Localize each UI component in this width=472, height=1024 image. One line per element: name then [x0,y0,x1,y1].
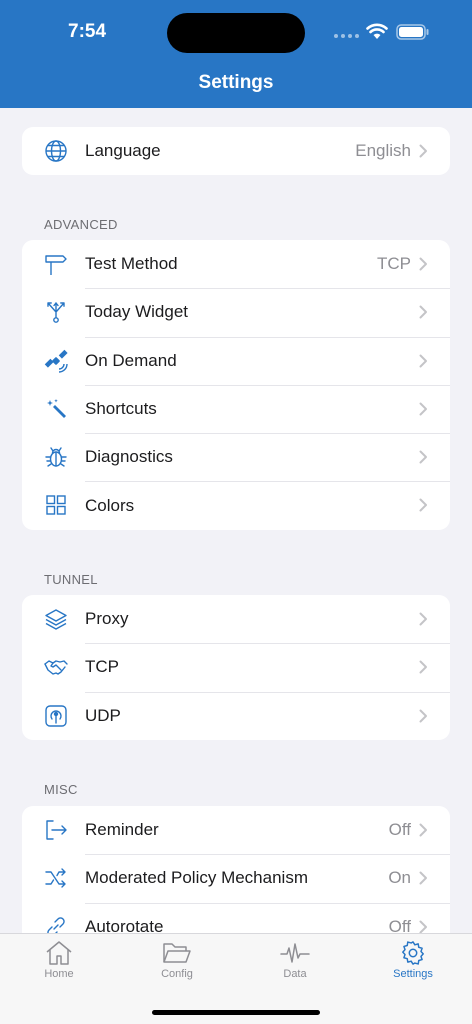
section-title-misc: MISC [44,782,78,797]
house-icon [46,941,72,965]
magic-wand-icon [44,397,68,421]
settings-row-reminder[interactable]: Reminder Off [22,806,450,854]
row-label: On Demand [85,350,177,370]
tunnel-card: Proxy TCP UDP [22,595,450,740]
chevron-right-icon [419,450,427,464]
row-value: On [388,868,411,888]
tab-label: Settings [393,968,433,980]
shuffle-icon [44,866,68,890]
row-label: Reminder [85,820,159,840]
nav-header: 7:54 Settings [0,0,472,108]
chevron-right-icon [419,144,427,158]
chevron-right-icon [419,709,427,723]
row-label: Test Method [85,254,178,274]
sign-out-icon [44,818,68,842]
section-title-advanced: ADVANCED [44,217,118,232]
settings-row-autorotate[interactable]: Autorotate Off [22,902,450,933]
row-label: Moderated Policy Mechanism [85,868,308,888]
general-card: Language English [22,127,450,176]
section-title-tunnel: TUNNEL [44,572,98,587]
wifi-icon [366,23,388,39]
row-value: Off [388,820,411,840]
chevron-right-icon [419,498,427,512]
chevron-right-icon [419,354,427,368]
row-value: Off [388,916,411,933]
handshake-icon [44,655,68,679]
tab-settings[interactable]: Settings [354,934,472,994]
grid-icon [44,493,68,517]
row-label: Autorotate [85,916,164,933]
gear-icon [402,941,424,965]
chevron-right-icon [419,660,427,674]
cellular-signal-icon [334,34,359,38]
chevron-right-icon [419,920,427,933]
row-label: UDP [85,705,121,725]
tab-data[interactable]: Data [236,934,354,994]
settings-row-udp[interactable]: UDP [22,691,450,740]
globe-icon [44,139,68,163]
row-label: TCP [85,657,119,677]
fork-arrows-icon [44,300,68,324]
folder-icon [163,943,191,963]
row-label: Today Widget [85,302,188,322]
settings-row-on-demand[interactable]: On Demand [22,336,450,385]
settings-row-shortcuts[interactable]: Shortcuts [22,384,450,433]
chevron-right-icon [419,823,427,837]
antenna-icon [44,704,68,728]
settings-row-proxy[interactable]: Proxy [22,595,450,643]
row-label: Proxy [85,609,129,629]
home-indicator [152,1010,320,1015]
signpost-icon [44,252,68,276]
battery-icon [396,24,429,40]
chevron-right-icon [419,871,427,885]
misc-card: Reminder Off Moderated Policy Mechanism … [22,806,450,933]
tab-label: Data [283,968,307,980]
settings-row-diagnostics[interactable]: Diagnostics [22,433,450,481]
settings-row-colors[interactable]: Colors [22,481,450,529]
settings-row-today-widget[interactable]: Today Widget [22,288,450,336]
tab-label: Home [44,968,74,980]
waveform-icon [280,943,310,963]
chevron-right-icon [419,257,427,271]
tab-config[interactable]: Config [118,934,236,994]
settings-row-language[interactable]: Language English [22,127,450,175]
layers-icon [44,607,68,631]
bug-icon [44,445,68,469]
row-value: TCP [377,254,411,274]
satellite-icon [44,349,68,373]
chevron-right-icon [419,612,427,626]
settings-row-test-method[interactable]: Test Method TCP [22,240,450,288]
row-label: Shortcuts [85,399,157,419]
chevron-right-icon [419,402,427,416]
dynamic-island [167,13,305,53]
chevron-right-icon [419,305,427,319]
tab-home[interactable]: Home [0,934,118,994]
page-title: Settings [198,72,274,93]
settings-list[interactable]: Language English ADVANCED Test Method TC… [0,108,472,933]
status-time: 7:54 [68,21,107,42]
link-icon [44,915,68,933]
row-label: Colors [85,495,135,515]
row-label: Language [85,141,161,161]
settings-row-moderated-policy[interactable]: Moderated Policy Mechanism On [22,854,450,902]
settings-row-tcp[interactable]: TCP [22,643,450,691]
row-label: Diagnostics [85,447,173,467]
advanced-card: Test Method TCP Today Widget On Demand S… [22,240,450,530]
tab-label: Config [161,968,193,980]
row-value: English [355,141,411,161]
